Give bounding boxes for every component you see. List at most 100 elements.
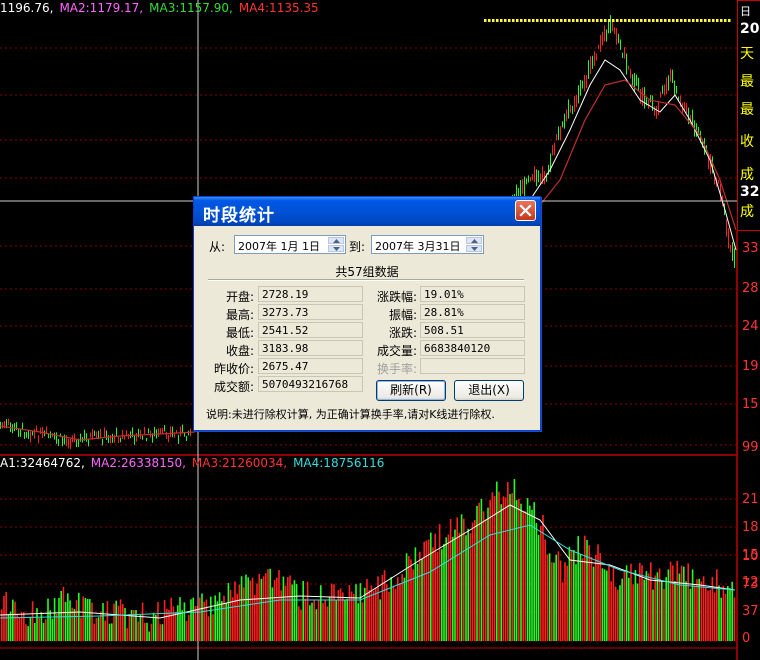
volume-ma-legend: A1:32464762, MA2:26338150, MA3:21260034, MA… <box>0 455 390 471</box>
volume-bar <box>47 598 49 641</box>
volume-bar <box>700 581 703 641</box>
stat-label: 最高: <box>225 308 254 322</box>
volume-bar <box>159 624 161 641</box>
volume-bar <box>256 583 258 641</box>
spin-up-icon[interactable] <box>466 237 482 244</box>
volume-bar <box>388 591 390 641</box>
volume-bar <box>544 539 546 641</box>
volume-bar <box>38 617 40 641</box>
marker-dot <box>652 19 655 22</box>
close-button[interactable] <box>515 200 536 221</box>
volume-bar <box>14 601 16 641</box>
spin-up-icon[interactable] <box>328 237 344 244</box>
volume-bar <box>295 584 298 641</box>
marker-dot <box>688 19 691 22</box>
marker-dot <box>612 19 615 22</box>
ma-value: MA3:21260034, <box>191 456 288 470</box>
volume-bar <box>234 581 236 641</box>
marker-dot <box>684 19 687 22</box>
to-date-picker[interactable]: 2007年 3月31日 <box>371 235 484 254</box>
volume-bar <box>447 534 450 641</box>
volume-bar <box>548 553 551 641</box>
volume-bar <box>625 565 628 641</box>
dialog-title: 时段统计 <box>203 206 275 226</box>
volume-bar <box>284 585 287 641</box>
from-date-picker[interactable]: 2007年 1月 1日 <box>234 235 346 254</box>
to-date-spinner[interactable] <box>466 237 482 252</box>
marker-dot <box>676 19 679 22</box>
volume-bar <box>216 601 219 641</box>
marker-dot <box>644 19 647 22</box>
volume-bar <box>482 511 485 641</box>
volume-bar <box>304 598 307 641</box>
marker-dot <box>728 19 731 22</box>
exit-button[interactable]: 退出(X) <box>454 380 524 401</box>
ma-value: MA2:1179.17, <box>59 1 144 15</box>
volume-bar <box>465 535 467 641</box>
volume-bar <box>654 575 656 641</box>
ma-curve <box>509 59 737 251</box>
volume-bar <box>273 580 276 641</box>
dialog-titlebar[interactable]: 时段统计 <box>194 197 540 226</box>
volume-bar <box>652 589 654 641</box>
volume-bar <box>584 535 586 641</box>
volume-bar <box>326 606 329 641</box>
marker-dot <box>720 19 723 22</box>
stat-value: 2541.52 <box>262 324 309 337</box>
volume-bar <box>610 581 612 641</box>
marker-dot <box>616 19 619 22</box>
volume-bar <box>520 503 522 641</box>
marker-dot <box>680 19 683 22</box>
volume-bar <box>185 620 188 641</box>
volume-bar <box>155 614 157 641</box>
volume-bar <box>128 613 131 641</box>
stat-value-field: 19.01% <box>420 286 525 302</box>
volume-bar <box>298 606 300 641</box>
volume-bar <box>27 626 29 641</box>
marker-dot <box>532 19 535 22</box>
from-date-spinner[interactable] <box>328 237 344 252</box>
volume-bar <box>372 590 375 641</box>
volume-bar <box>29 616 32 641</box>
ma-value: A1:32464762, <box>0 456 85 470</box>
volume-bar <box>647 573 650 641</box>
volume-bar <box>403 577 406 641</box>
marker-dot <box>508 19 511 22</box>
spin-down-icon[interactable] <box>328 245 344 252</box>
volume-bar <box>339 588 342 641</box>
stat-value: 2728.19 <box>262 288 309 301</box>
marker-dot <box>500 19 503 22</box>
volume-bar <box>590 556 593 641</box>
volume-axis-tick: 73 <box>742 578 759 592</box>
volume-bar <box>243 587 245 641</box>
volume-bar <box>51 618 54 641</box>
volume-bar <box>260 578 263 641</box>
volume-bar <box>722 585 725 641</box>
volume-bar <box>36 608 38 641</box>
volume-bar <box>399 583 401 641</box>
stat-label: 振幅: <box>388 308 417 322</box>
volume-bar <box>177 605 179 641</box>
volume-bar <box>557 551 560 641</box>
volume-bar <box>511 493 513 641</box>
spin-down-icon[interactable] <box>466 245 482 252</box>
marker-dot <box>632 19 635 22</box>
volume-bar <box>113 603 115 641</box>
volume-bar <box>108 623 111 641</box>
period-stats-dialog: 时段统计 从: 2007年 1月 1日 到: 2007年 3月31日 共57组数… <box>193 196 541 431</box>
volume-bar <box>62 586 65 641</box>
price-axis-tick: 24 <box>742 320 759 334</box>
volume-bar <box>716 569 718 641</box>
volume-bar <box>210 596 212 641</box>
volume-bar <box>278 570 280 641</box>
volume-bar <box>535 522 538 641</box>
marker-dot <box>600 19 603 22</box>
stat-value: 3183.98 <box>262 342 309 355</box>
volume-bar <box>669 561 672 641</box>
price-axis-tick: 99 <box>742 441 759 455</box>
info-panel-text: 成 <box>740 167 754 183</box>
volume-bar <box>379 599 381 641</box>
volume-bar <box>656 572 659 641</box>
refresh-button[interactable]: 刷新(R) <box>376 380 446 401</box>
volume-bar <box>302 580 304 641</box>
